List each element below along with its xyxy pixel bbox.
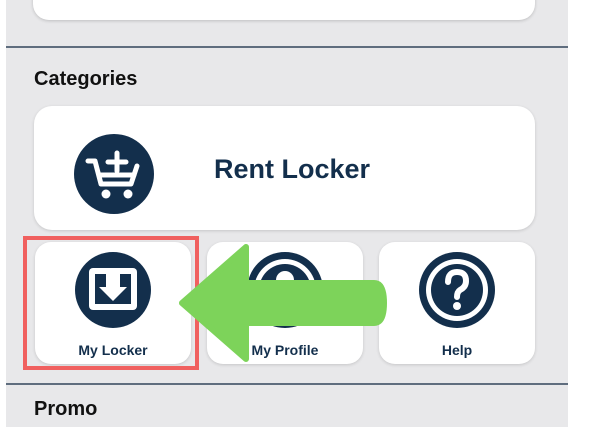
help-label: Help — [441, 342, 473, 358]
top-card[interactable] — [33, 0, 535, 20]
rent-locker-card[interactable]: Rent Locker — [34, 106, 535, 230]
rent-locker-label: Rent Locker — [214, 154, 371, 184]
section-divider — [6, 383, 568, 385]
help-question-icon — [419, 252, 495, 328]
categories-section-title: Categories — [34, 68, 138, 90]
promo-section-title: Promo — [34, 398, 98, 420]
highlight-box — [23, 236, 199, 370]
section-divider — [6, 46, 568, 48]
cart-plus-icon — [74, 134, 154, 214]
app-screen: Categories Rent Locker My Locker My Prof… — [0, 0, 600, 427]
left-arrow-icon — [179, 244, 387, 362]
help-card[interactable]: Help — [379, 242, 535, 364]
